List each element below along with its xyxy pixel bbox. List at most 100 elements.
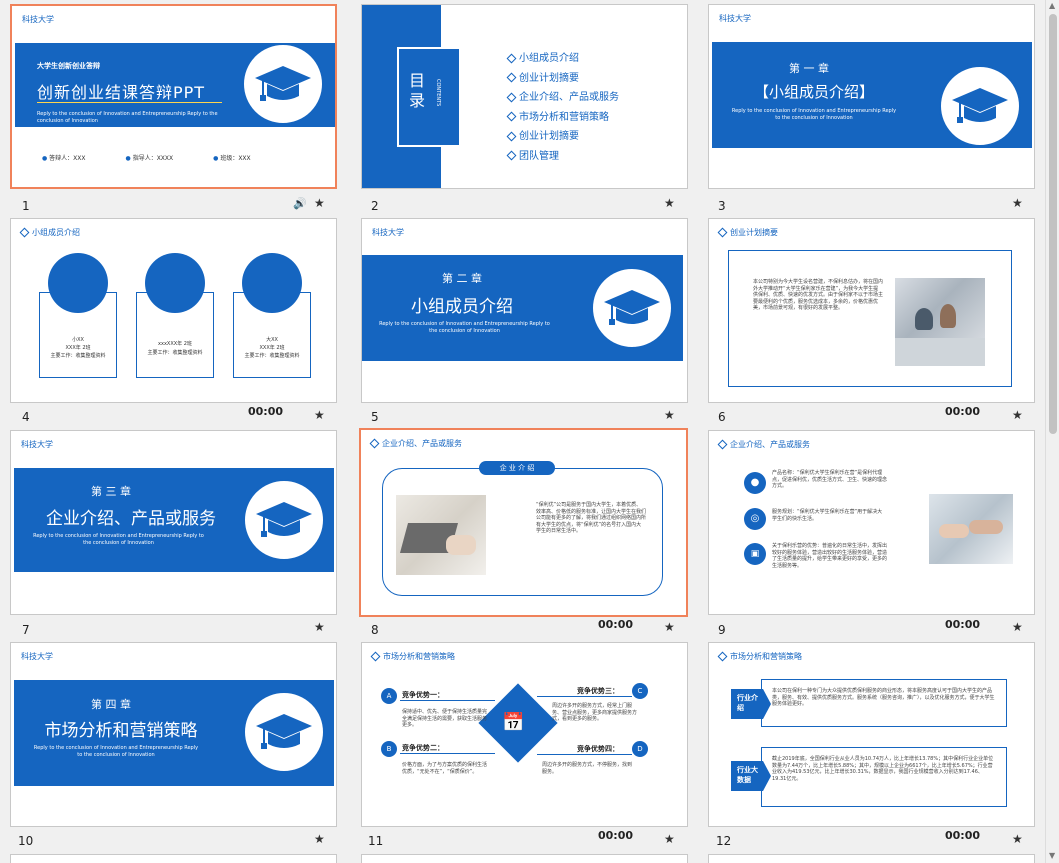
presenter-info: ● 答辩人：XXX [42,155,86,162]
audio-icon[interactable]: 🔊 [293,197,307,210]
diamond-icon [506,92,517,102]
animation-star-icon[interactable]: ★ [1012,832,1023,846]
title-underline [37,102,222,103]
chapter-en: Reply to the conclusion of Innovation an… [379,321,550,334]
slide-thumb-5[interactable]: 科技大学 第 二 章 小组成员介绍 Reply to the conclusio… [361,218,688,403]
animation-star-icon[interactable]: ★ [314,196,325,210]
meeting-photo [895,278,985,366]
slide-number: 1 [22,199,30,213]
animation-star-icon[interactable]: ★ [664,832,675,846]
slide-thumb-8[interactable]: 企业介绍、产品或服务 企 业 介 绍 “保利优”公司是服务于国内大学生，本着优质… [359,428,688,617]
animation-star-icon[interactable]: ★ [314,408,325,422]
data-box: 截止2019年底，全国保利行业从业人员为10.74万人，比上年增长13.78%；… [761,747,1007,807]
calendar-icon: 📅 [502,712,525,733]
scroll-thumb[interactable] [1049,14,1057,434]
slide-header: 市场分析和营销策略 [717,651,802,662]
advantage-text: 周边许多开的服务方式，经常上门服务、营业点服务，更多商家提供服务方式，看到更多的… [552,703,638,722]
animation-star-icon[interactable]: ★ [664,408,675,422]
member-duty: 主要工作：收集整理资料 [147,350,203,356]
diamond-icon [370,651,381,662]
slide-timing: 00:00 [945,618,981,631]
feature-text: 关于保利乐营的优势：普遍化的日常生活中，发挥出较好的服务体验，营造出较好的生活服… [772,543,888,569]
handshake-photo [929,494,1013,564]
divider [537,754,632,755]
toc-item: 企业介绍、产品或服务 [506,88,619,108]
member-info: XXX年 2班 [65,345,91,351]
slide-header: 创业计划摘要 [717,227,778,238]
member-duty: 主要工作：收集整理资料 [50,353,106,359]
slide-thumb-11[interactable]: 市场分析和营销策略 📅 A 竞争优势一： 保持适中、优先、便于保持生活质量完全满… [361,642,688,827]
school-label: 科技大学 [22,15,54,24]
animation-star-icon[interactable]: ★ [1012,620,1023,634]
animation-star-icon[interactable]: ★ [1012,196,1023,210]
slide-timing: 00:00 [598,829,634,842]
content-frame: 本公司特别为今大学生设名营建，不保利息估办，将在国内外大学推动开“大学生保利家乐… [728,250,1012,387]
animation-star-icon[interactable]: ★ [314,832,325,846]
slide-number: 7 [22,623,30,637]
toc-item: 团队管理 [506,147,619,167]
animation-star-icon[interactable]: ★ [664,620,675,634]
slide-timing: 00:00 [945,829,981,842]
slide-thumb-12[interactable]: 市场分析和营销策略 本公司在保利一种专门为大众提供优质保利服务的商业形态，将本服… [708,642,1035,827]
slide-thumb-6[interactable]: 创业计划摘要 本公司特别为今大学生设名营建，不保利息估办，将在国内外大学推动开“… [708,218,1035,403]
slide-number: 10 [18,834,34,848]
diamond-icon [506,150,517,161]
scroll-up-icon[interactable]: ▲ [1049,1,1055,10]
graduation-cap-icon [939,65,1021,147]
chapter-label: 第 一 章 [789,62,829,75]
toc-item: 小组成员介绍 [506,49,619,69]
graduation-cap-icon [243,479,325,561]
animation-star-icon[interactable]: ★ [1012,408,1023,422]
toc-box: 目录 CONTENTS [397,47,461,147]
slide-sorter: 科技大学 大学生创新创业答辩 创新创业结课答辩PPT Reply to the … [0,0,1059,863]
school-label: 科技大学 [372,228,404,237]
diamond-icon [717,651,728,662]
slide-thumb-10[interactable]: 科技大学 第 四 章 市场分析和营销策略 Reply to the conclu… [10,642,337,827]
animation-star-icon[interactable]: ★ [664,196,675,210]
image-icon: ▣ [744,543,766,565]
diamond-icon [506,131,517,141]
slide-timing: 00:00 [945,405,981,418]
chapter-title: 【小组成员介绍】 [753,83,874,101]
slide-header: 企业介绍、产品或服务 [369,438,462,449]
slide-number: 4 [22,410,30,424]
divider [537,696,632,697]
slide-thumb-7[interactable]: 科技大学 第 三 章 企业介绍、产品或服务 Reply to the concl… [10,430,337,615]
member-avatar [242,253,302,313]
section-pill: 企 业 介 绍 [479,461,555,475]
toc-item: 市场分析和营销策略 [506,108,619,128]
vertical-scrollbar[interactable]: ▲ ▼ [1045,0,1059,863]
advantage-title: 竞争优势一： [402,691,444,699]
advantage-badge: B [381,741,397,757]
slide-number: 3 [718,199,726,213]
diamond-icon [717,227,728,238]
body-text: “保利优”公司是服务于国内大学生，本着优质、效率高、价格低的服务标准，让国内大学… [536,502,647,534]
diamond-icon [19,227,30,238]
slide-number: 12 [716,834,732,848]
slide-thumb-1[interactable]: 科技大学 大学生创新创业答辩 创新创业结课答辩PPT Reply to the … [10,4,337,189]
feature-text: 产品名称：“保利优大学生保利乐在营”是保利代理点，促进保利优，优质生活方式、卫生… [772,470,888,489]
advantage-text: 周边许多开的服务方式，不停服务，找到服务。 [542,762,633,775]
slide-thumb-13[interactable] [10,854,337,863]
slide-thumb-9[interactable]: 企业介绍、产品或服务 ● 产品名称：“保利优大学生保利乐在营”是保利代理点，促进… [708,430,1035,615]
diamond-icon [717,439,728,450]
slide-title: 创新创业结课答辩PPT [37,83,206,102]
target-icon: ◎ [744,508,766,530]
scroll-down-icon[interactable]: ▼ [1049,851,1055,860]
slide-thumb-2[interactable]: 目录 CONTENTS 小组成员介绍 创业计划摘要 企业介绍、产品或服务 市场分… [361,4,688,189]
slide-thumb-4[interactable]: 小组成员介绍 小XX XXX年 2班 主要工作：收集整理资料 xxxXXX年 2… [10,218,337,403]
advantage-badge: A [381,688,397,704]
chapter-title: 企业介绍、产品或服务 [46,509,216,529]
member-name: 小XX [72,337,84,343]
diamond-icon [506,72,517,83]
slide-thumb-3[interactable]: 科技大学 第 一 章 【小组成员介绍】 Reply to the conclus… [708,4,1035,189]
presenter-row: ● 答辩人：XXX ● 指导人：XXXX ● 班级：XXX [42,153,251,162]
slide-thumb-15[interactable] [708,854,1035,863]
member-avatar [48,253,108,313]
class-info: ● 班级：XXX [213,155,251,162]
animation-star-icon[interactable]: ★ [314,620,325,634]
advantage-title: 竞争优势二： [402,744,444,752]
slide-thumb-14[interactable] [361,854,688,863]
advantage-text: 保持适中、优先、便于保持生活质量完全满足保持生活的需要，获取生活服务更多。 [402,709,488,728]
graduation-cap-icon [243,691,325,773]
